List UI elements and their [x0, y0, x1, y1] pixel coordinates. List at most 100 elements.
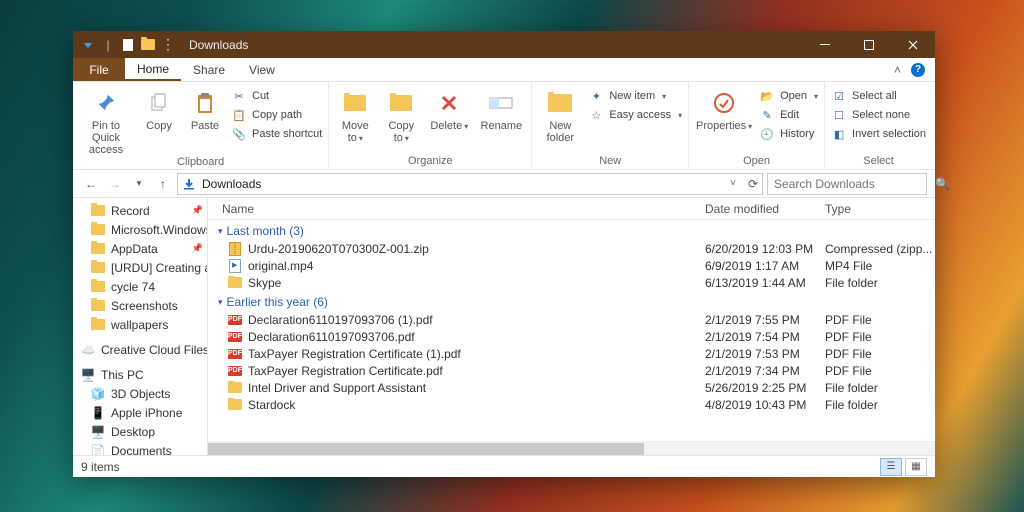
tree-apple-iphone[interactable]: 📱Apple iPhone — [73, 403, 207, 422]
group-last-month[interactable]: ▾Last month (3) — [208, 220, 935, 240]
down-arrow-icon[interactable] — [81, 38, 95, 52]
zip-icon — [229, 242, 241, 256]
file-name: Urdu-20190620T070300Z-001.zip — [248, 242, 429, 256]
quick-launch: | ⋮ — [73, 38, 183, 52]
help-icon[interactable]: ? — [911, 63, 925, 77]
overflow-icon[interactable]: ⋮ — [161, 38, 175, 52]
paste-button[interactable]: Paste — [185, 84, 225, 132]
crumb-caret-icon[interactable]: ˅ — [730, 178, 736, 189]
tab-file[interactable]: File — [73, 58, 125, 81]
pin-to-quick-access-button[interactable]: Pin to Quick access — [79, 84, 133, 156]
file-row[interactable]: Urdu-20190620T070300Z-001.zip6/20/2019 1… — [208, 240, 935, 257]
file-name: Intel Driver and Support Assistant — [248, 381, 426, 395]
file-row[interactable]: original.mp46/9/2019 1:17 AMMP4 File — [208, 257, 935, 274]
history-icon: 🕘 — [759, 126, 775, 142]
column-type[interactable]: Type — [825, 202, 935, 216]
breadcrumb[interactable]: Downloads ˅ ⟳ — [177, 173, 763, 195]
video-icon — [229, 259, 241, 273]
ribbon-group-new: New folder ✦New item▾ ☆Easy access▾ New — [532, 82, 689, 169]
maximize-button[interactable] — [847, 31, 891, 58]
view-details-button[interactable]: ☰ — [880, 458, 902, 476]
title-bar[interactable]: | ⋮ Downloads — [73, 31, 935, 58]
view-large-icons-button[interactable]: ▦ — [905, 458, 927, 476]
properties-icon — [713, 88, 735, 118]
nav-forward-button[interactable]: → — [105, 174, 125, 194]
file-name: TaxPayer Registration Certificate.pdf — [248, 364, 443, 378]
file-name: TaxPayer Registration Certificate (1).pd… — [248, 347, 461, 361]
tree-creative-cloud[interactable]: ☁️Creative Cloud Files — [73, 340, 207, 359]
file-type: File folder — [825, 276, 935, 290]
copy-path-button[interactable]: 📋Copy path — [231, 107, 322, 123]
close-button[interactable] — [891, 31, 935, 58]
horizontal-scrollbar[interactable] — [208, 441, 935, 455]
tree-urdu[interactable]: [URDU] Creating a new c — [73, 258, 207, 277]
file-row[interactable]: Stardock4/8/2019 10:43 PMFile folder — [208, 396, 935, 413]
tree-desktop[interactable]: 🖥️Desktop — [73, 422, 207, 441]
chevron-down-icon: ▾ — [218, 297, 223, 308]
tree-mswt[interactable]: Microsoft.WindowsTe — [73, 220, 207, 239]
tab-view[interactable]: View — [237, 58, 287, 81]
easy-access-button[interactable]: ☆Easy access▾ — [588, 107, 682, 123]
edit-button[interactable]: ✎Edit — [759, 107, 818, 123]
file-type: MP4 File — [825, 259, 935, 273]
new-folder-button[interactable]: New folder — [538, 84, 582, 144]
tab-home[interactable]: Home — [125, 58, 181, 81]
folder-icon[interactable] — [141, 38, 155, 52]
collapse-ribbon-icon[interactable]: ˄ — [894, 63, 901, 77]
delete-button[interactable]: Delete▾ — [427, 84, 471, 132]
refresh-button[interactable]: ⟳ — [748, 177, 758, 191]
file-row[interactable]: PDF TaxPayer Registration Certificate.pdf… — [208, 362, 935, 379]
tree-3d-objects[interactable]: 🧊3D Objects — [73, 384, 207, 403]
file-explorer-window: | ⋮ Downloads File Home Share View ˄ — [73, 31, 935, 477]
tree-appdata[interactable]: AppData📌 — [73, 239, 207, 258]
group-earlier-this-year[interactable]: ▾Earlier this year (6) — [208, 291, 935, 311]
column-name[interactable]: Name — [208, 202, 705, 216]
new-folder-icon — [548, 88, 572, 118]
scroll-thumb[interactable] — [208, 443, 644, 455]
file-type: PDF File — [825, 330, 935, 344]
file-type: PDF File — [825, 347, 935, 361]
file-row[interactable]: Skype6/13/2019 1:44 AMFile folder — [208, 274, 935, 291]
tab-share[interactable]: Share — [181, 58, 237, 81]
rename-button[interactable]: Rename — [477, 84, 525, 132]
select-all-button[interactable]: ☑Select all — [831, 88, 926, 104]
properties-button[interactable]: Properties▾ — [695, 84, 753, 132]
file-date: 2/1/2019 7:34 PM — [705, 364, 825, 378]
pdf-icon: PDF — [228, 366, 242, 376]
search-box[interactable]: 🔍 — [767, 173, 927, 195]
file-date: 4/8/2019 10:43 PM — [705, 398, 825, 412]
history-button[interactable]: 🕘History — [759, 126, 818, 142]
tree-record[interactable]: Record📌 — [73, 201, 207, 220]
copy-to-button[interactable]: Copy to▾ — [381, 84, 421, 144]
move-to-button[interactable]: Move to▾ — [335, 84, 375, 144]
search-input[interactable] — [774, 177, 929, 191]
cut-button[interactable]: ✂Cut — [231, 88, 322, 104]
copy-button[interactable]: Copy — [139, 84, 179, 132]
tree-cycle74[interactable]: cycle 74 — [73, 277, 207, 296]
desktop-icon: 🖥️ — [91, 425, 105, 439]
nav-back-button[interactable]: ← — [81, 174, 101, 194]
file-row[interactable]: PDFTaxPayer Registration Certificate (1)… — [208, 345, 935, 362]
tree-wallpapers[interactable]: wallpapers — [73, 315, 207, 334]
paste-icon — [195, 88, 215, 118]
new-item-button[interactable]: ✦New item▾ — [588, 88, 682, 104]
file-row[interactable]: PDFDeclaration6110197093706 (1).pdf2/1/2… — [208, 311, 935, 328]
phone-icon: 📱 — [91, 406, 105, 420]
file-row[interactable]: PDFDeclaration6110197093706.pdf2/1/2019 … — [208, 328, 935, 345]
file-icon[interactable] — [121, 38, 135, 52]
paste-shortcut-button[interactable]: 📎Paste shortcut — [231, 126, 322, 142]
tree-documents[interactable]: 📄Documents — [73, 441, 207, 455]
body: Record📌 Microsoft.WindowsTe AppData📌 [UR… — [73, 198, 935, 455]
minimize-button[interactable] — [803, 31, 847, 58]
column-date[interactable]: Date modified — [705, 202, 825, 216]
tree-this-pc[interactable]: 🖥️This PC — [73, 365, 207, 384]
tree-screenshots[interactable]: Screenshots — [73, 296, 207, 315]
column-headers[interactable]: Name Date modified Type — [208, 198, 935, 220]
nav-up-button[interactable]: ↑ — [153, 174, 173, 194]
nav-recent-button[interactable]: ▾ — [129, 174, 149, 194]
select-none-button[interactable]: ☐Select none — [831, 107, 926, 123]
open-button[interactable]: 📂Open▾ — [759, 88, 818, 104]
invert-selection-button[interactable]: ◧Invert selection — [831, 126, 926, 142]
nav-tree[interactable]: Record📌 Microsoft.WindowsTe AppData📌 [UR… — [73, 198, 208, 455]
file-row[interactable]: Intel Driver and Support Assistant5/26/2… — [208, 379, 935, 396]
